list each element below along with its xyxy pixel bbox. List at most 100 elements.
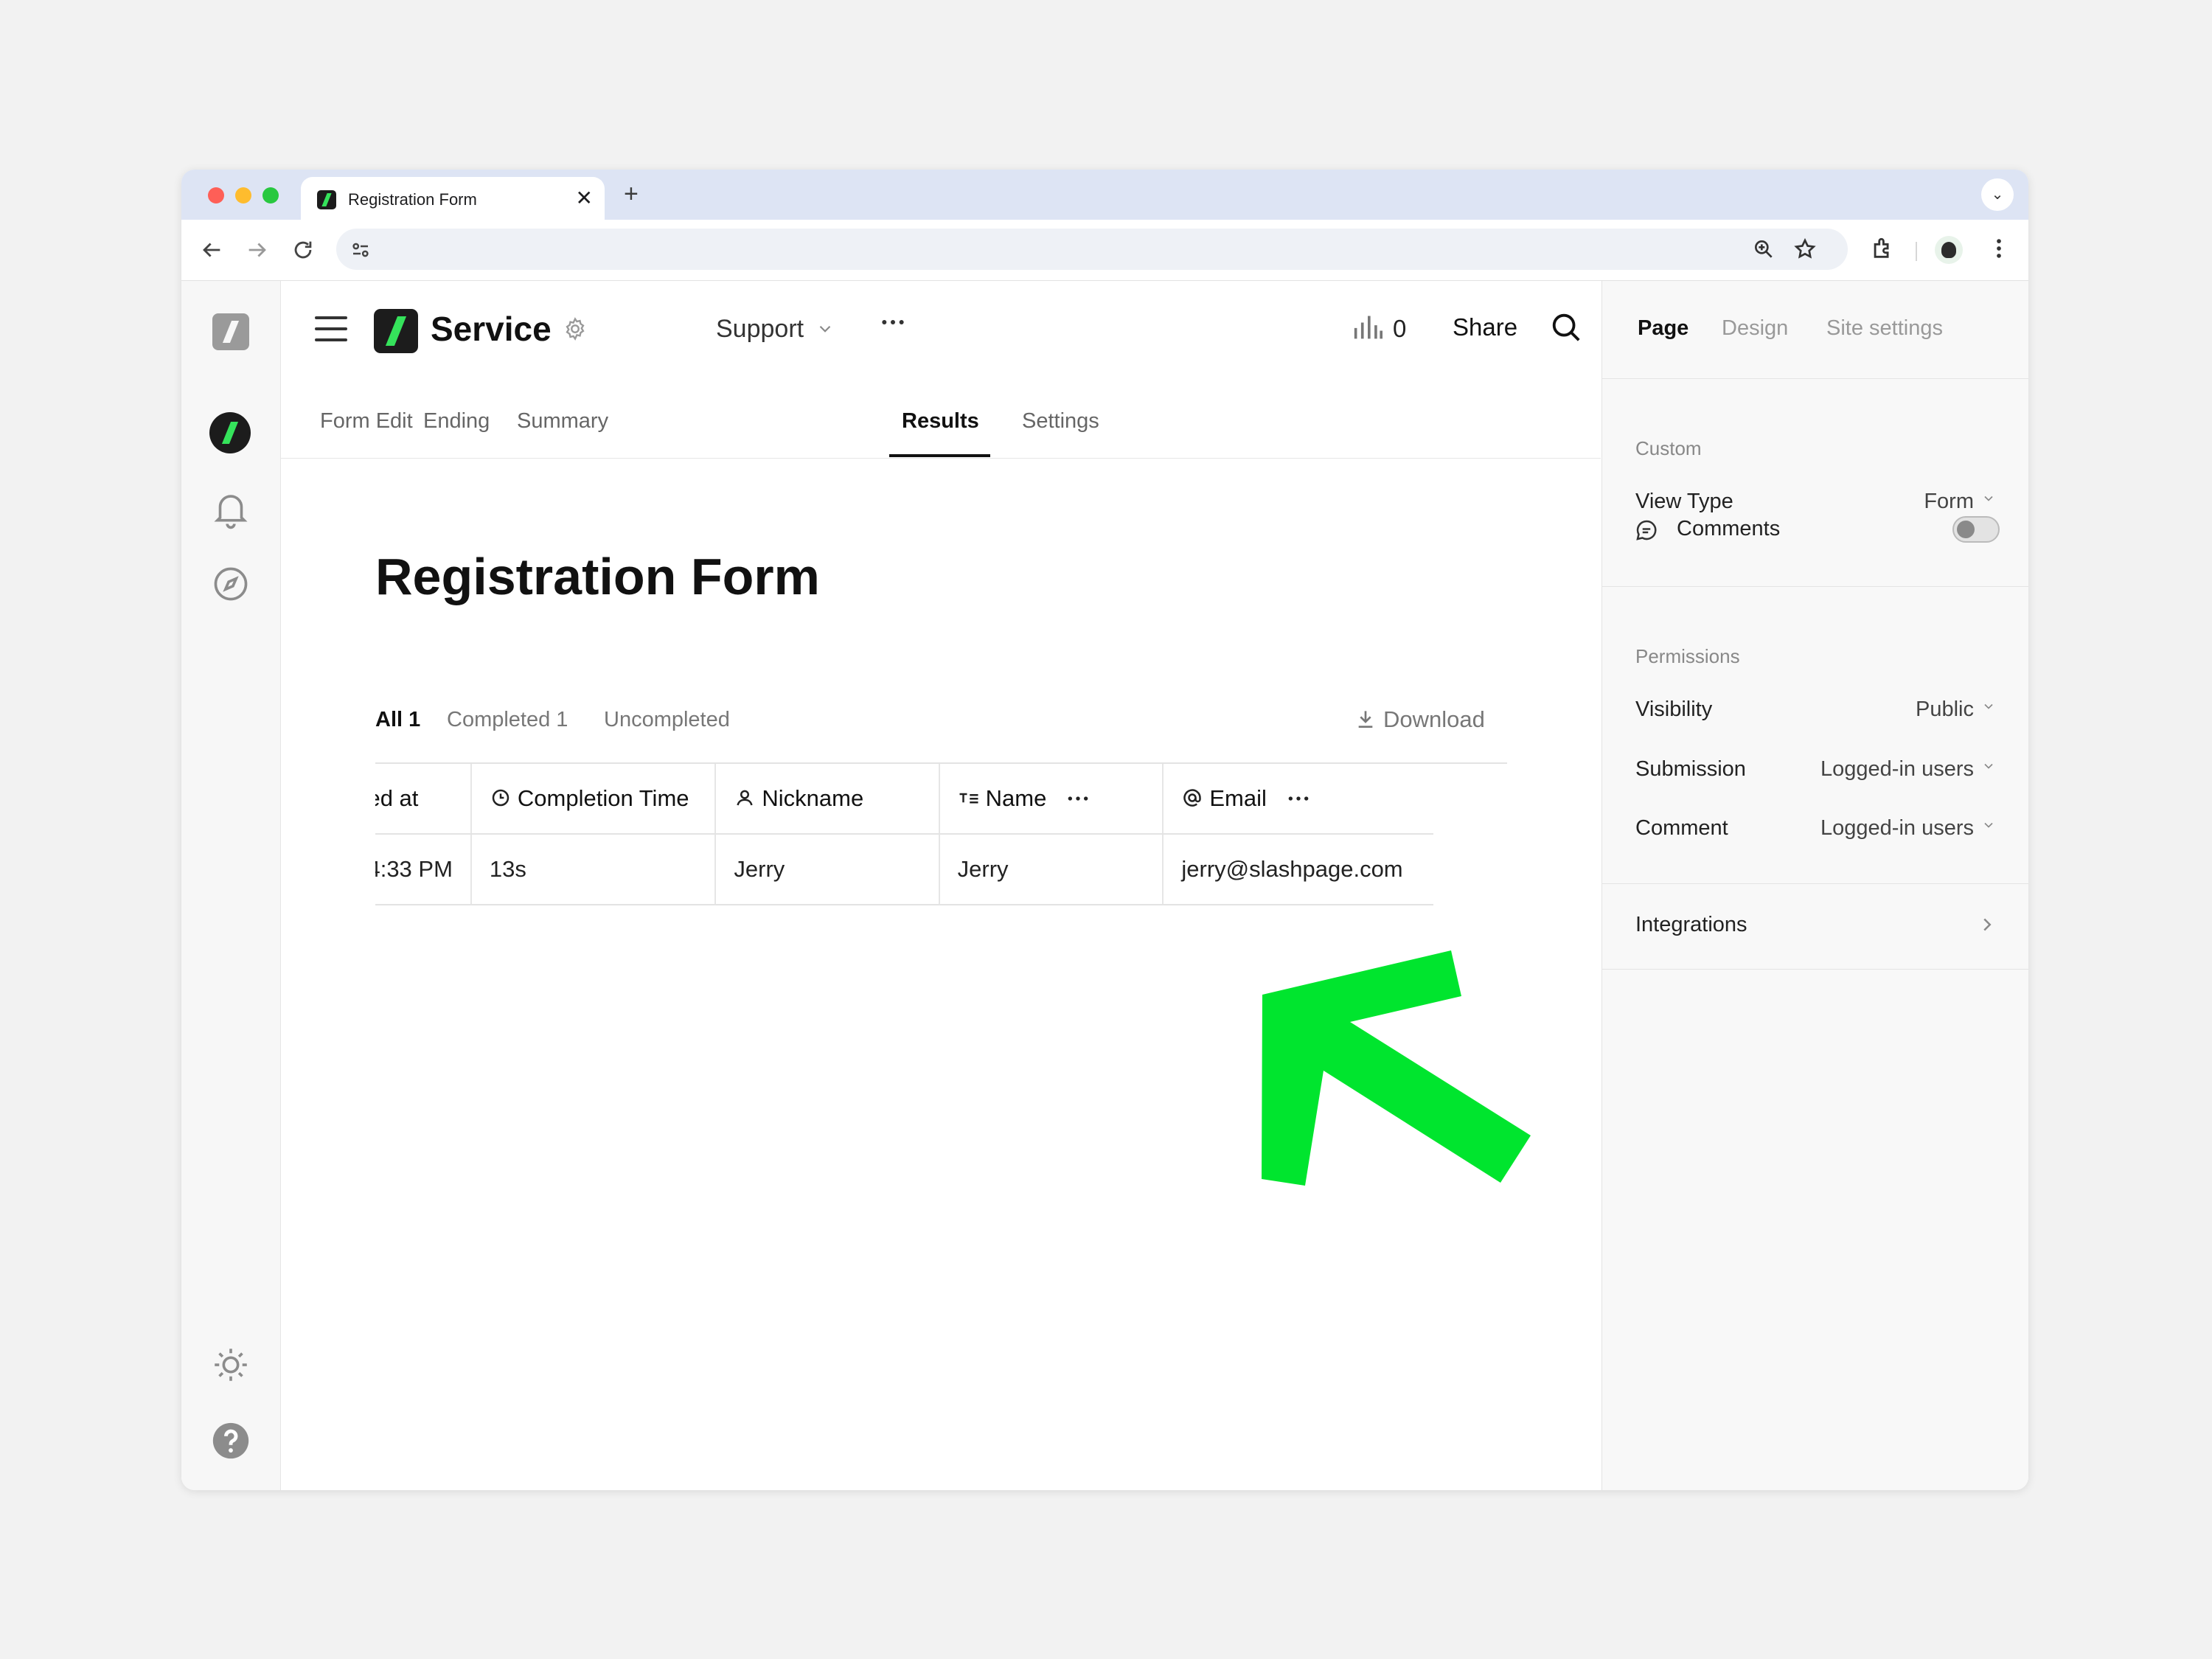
download-button[interactable]: Download [1354,706,1485,733]
forward-icon[interactable] [245,237,270,262]
column-menu-icon[interactable] [1287,791,1310,806]
filter-all[interactable]: All 1 [375,708,420,732]
menu-icon[interactable] [315,316,347,343]
divider [1602,883,2028,884]
tab-results[interactable]: Results [902,409,979,434]
at-icon [1183,789,1202,807]
results-table[interactable]: Started at Completion Time Nickname Name… [375,762,1507,911]
clock-icon [492,789,509,807]
column-completion-time[interactable]: Completion Time [470,764,717,835]
tab-title: Registration Form [348,190,477,209]
new-tab-button[interactable]: + [624,180,639,209]
chevron-down-icon [1984,822,1993,828]
comment-permission-select[interactable]: Logged-in users [1820,816,1996,841]
panel-tab-design[interactable]: Design [1722,316,1788,341]
address-bar[interactable] [336,229,1848,270]
zoom-icon[interactable] [1752,237,1775,261]
maximize-window-button[interactable] [262,187,279,204]
submission-label: Submission [1635,757,1746,781]
cell-completion-time[interactable]: 13s [470,834,717,905]
view-type-value: Form [1924,490,1974,513]
user-icon [737,790,754,806]
help-icon[interactable] [209,1419,252,1462]
download-icon [1358,711,1373,728]
star-icon[interactable] [1793,237,1817,261]
cell-nickname[interactable]: Jerry [715,834,940,905]
close-window-button[interactable] [208,187,224,204]
filter-completed[interactable]: Completed 1 [447,708,568,732]
annotation-arrow-icon [1262,950,1531,1186]
bar-chart-icon[interactable] [1352,312,1384,341]
site-settings-icon[interactable] [349,239,372,261]
column-menu-icon[interactable] [1066,791,1090,806]
workspace-icon[interactable] [209,412,251,453]
text-icon [959,793,978,804]
tab-settings[interactable]: Settings [1022,409,1099,434]
column-email[interactable]: Email [1163,764,1433,835]
profile-avatar[interactable] [1935,236,1963,264]
bell-icon[interactable] [209,487,252,530]
submission-select[interactable]: Logged-in users [1820,757,1996,782]
view-type-select[interactable]: Form [1924,490,1996,514]
minimize-window-button[interactable] [235,187,251,204]
browser-tab[interactable]: Registration Form ✕ [301,177,605,220]
cell-started-at[interactable]: …3, 4:33 PM [375,834,472,905]
comment-permission-label: Comment [1635,816,1728,840]
app-logo-icon[interactable] [212,313,249,350]
column-label: Completion Time [517,785,689,811]
kebab-icon[interactable] [1986,236,2011,261]
tab-form-edit[interactable]: Form Edit [320,409,413,434]
filter-uncompleted[interactable]: Uncompleted [604,708,730,732]
sun-icon[interactable] [209,1343,252,1386]
column-label: Name [985,785,1047,811]
cell-name[interactable]: Jerry [939,834,1164,905]
search-icon[interactable] [1549,310,1583,344]
tab-close-icon[interactable]: ✕ [576,186,593,210]
tab-search-button[interactable]: ⌄ [1981,178,2014,211]
column-started-at[interactable]: Started at [375,764,472,835]
comments-toggle[interactable] [1952,516,2000,543]
comments-label: Comments [1677,517,1781,540]
browser-toolbar [181,220,2028,281]
app-sidebar [181,281,281,1490]
extensions-icon[interactable] [1870,236,1895,261]
panel-tabs: Page Design Site settings [1602,281,2028,379]
compass-icon[interactable] [209,563,252,605]
view-type-label: View Type [1635,490,1733,513]
panel-tab-site-settings[interactable]: Site settings [1826,316,1943,341]
integrations-label[interactable]: Integrations [1635,913,1747,937]
toggle-knob [1957,521,1975,538]
chevron-right-icon[interactable] [1976,914,1998,936]
tab-strip: Registration Form ✕ + ⌄ [181,170,2028,220]
table-row[interactable]: …3, 4:33 PM 13s Jerry Jerry jerry@slashp… [375,834,1433,905]
chevron-down-icon [1984,763,1993,769]
section-more-icon[interactable] [878,307,908,337]
reload-icon[interactable] [291,237,316,262]
visibility-value: Public [1916,698,1974,721]
active-tab-indicator [889,454,990,457]
share-button[interactable]: Share [1453,313,1517,341]
panel-tab-page[interactable]: Page [1638,316,1688,341]
gear-icon[interactable] [561,315,589,343]
tab-ending[interactable]: Ending [423,409,490,434]
back-icon[interactable] [199,237,224,262]
chevron-down-icon [1984,495,1993,501]
page-title: Registration Form [375,548,820,605]
visibility-label: Visibility [1635,698,1713,721]
tab-summary[interactable]: Summary [517,409,608,434]
app-header: Service Support 0 Share Form Edit Ending… [281,281,1750,459]
divider [1602,969,2028,970]
custom-section-label: Custom [1635,437,1702,459]
column-name[interactable]: Name [939,764,1164,835]
visibility-select[interactable]: Public [1916,698,1996,722]
brand-name[interactable]: Service [431,309,552,349]
cell-email[interactable]: jerry@slashpage.com [1163,834,1433,905]
column-nickname[interactable]: Nickname [715,764,940,835]
column-label: Email [1209,785,1267,811]
settings-panel: Page Design Site settings Custom View Ty… [1601,281,2028,1490]
favicon-icon [317,190,336,209]
brand-logo-icon [374,309,418,353]
divider [1602,586,2028,587]
section-dropdown[interactable]: Support [716,315,835,344]
column-label: Nickname [762,785,864,811]
